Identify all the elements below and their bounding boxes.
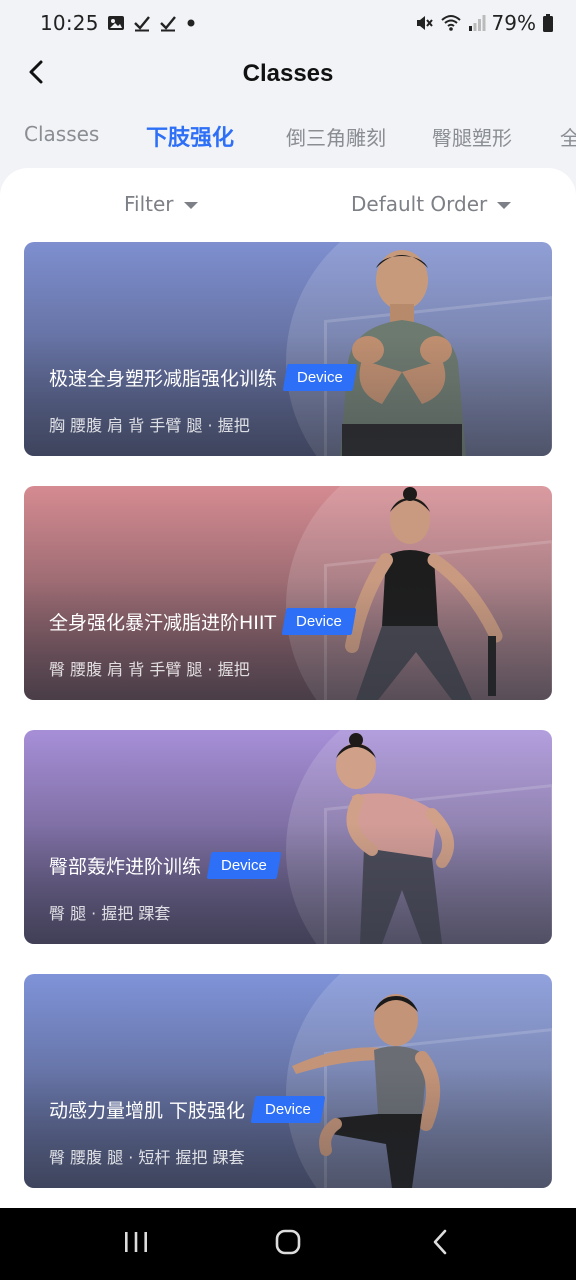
card-tags: 臀 腿 · 握把 踝套 xyxy=(49,904,171,923)
page-title: Classes xyxy=(242,60,334,87)
image-icon xyxy=(107,14,125,32)
recents-icon xyxy=(123,1230,149,1258)
home-icon xyxy=(274,1228,302,1260)
check-icon xyxy=(159,14,177,32)
card-shade xyxy=(24,336,552,456)
dot-icon xyxy=(185,17,197,29)
battery-icon xyxy=(542,13,554,33)
home-button[interactable] xyxy=(258,1214,318,1274)
class-card[interactable]: 臀部轰炸进阶训练 Device 臀 腿 · 握把 踝套 xyxy=(24,730,552,944)
filter-label: Filter xyxy=(124,192,174,216)
card-title-row: 动感力量增肌 下肢强化 Device xyxy=(49,1096,326,1123)
check-icon xyxy=(133,14,151,32)
device-badge-label: Device xyxy=(221,857,267,874)
card-shade xyxy=(24,824,552,944)
signal-icon xyxy=(468,14,486,32)
status-bar: 10:25 79% xyxy=(0,0,576,46)
status-right: 79% xyxy=(414,11,554,35)
card-title-row: 臀部轰炸进阶训练 Device xyxy=(49,852,282,879)
card-shade xyxy=(24,580,552,700)
device-badge-label: Device xyxy=(265,1101,311,1118)
device-badge-label: Device xyxy=(296,613,342,630)
wifi-icon xyxy=(440,13,462,33)
card-tags: 臀 腰腹 肩 背 手臂 腿 · 握把 xyxy=(49,660,250,679)
header: Classes xyxy=(0,46,576,102)
tab-inverted-triangle[interactable]: 倒三角雕刻 xyxy=(286,122,386,151)
tab-classes[interactable]: Classes xyxy=(24,122,99,146)
card-tags: 胸 腰腹 肩 背 手臂 腿 · 握把 xyxy=(49,416,250,435)
filter-dropdown[interactable]: Filter xyxy=(124,192,198,216)
battery-percent: 79% xyxy=(491,11,536,35)
class-card[interactable]: 全身强化暴汗减脂进阶HIIT Device 臀 腰腹 肩 背 手臂 腿 · 握把 xyxy=(24,486,552,700)
category-tabs: Classes 下肢强化 倒三角雕刻 臀腿塑形 全 xyxy=(0,114,576,160)
mute-icon xyxy=(414,13,434,33)
back-icon xyxy=(430,1228,450,1260)
back-button[interactable] xyxy=(20,58,52,90)
class-card[interactable]: 极速全身塑形减脂强化训练 Device 胸 腰腹 肩 背 手臂 腿 · 握把 xyxy=(24,242,552,456)
class-card[interactable]: 动感力量增肌 下肢强化 Device 臀 腰腹 腿 · 短杆 握把 踝套 xyxy=(24,974,552,1188)
order-dropdown[interactable]: Default Order xyxy=(351,192,512,216)
card-title-row: 全身强化暴汗减脂进阶HIIT Device xyxy=(49,608,357,635)
card-title: 动感力量增肌 下肢强化 xyxy=(49,1100,246,1122)
device-badge: Device xyxy=(206,852,282,879)
caret-down-icon xyxy=(497,201,512,209)
card-tags: 臀 腰腹 腿 · 短杆 握把 踝套 xyxy=(49,1148,245,1167)
status-time: 10:25 xyxy=(40,11,99,35)
chevron-left-icon xyxy=(26,59,46,89)
card-title: 极速全身塑形减脂强化训练 xyxy=(49,368,278,390)
card-shade xyxy=(24,1068,552,1188)
recents-button[interactable] xyxy=(106,1214,166,1274)
system-nav-bar xyxy=(0,1208,576,1280)
system-back-button[interactable] xyxy=(410,1214,470,1274)
device-badge: Device xyxy=(281,608,357,635)
tab-glute-leg[interactable]: 臀腿塑形 xyxy=(432,122,512,151)
caret-down-icon xyxy=(183,201,198,209)
status-left: 10:25 xyxy=(40,11,197,35)
card-title: 全身强化暴汗减脂进阶HIIT xyxy=(49,612,277,634)
order-label: Default Order xyxy=(351,192,488,216)
card-title: 臀部轰炸进阶训练 xyxy=(49,856,202,878)
tab-lower-body[interactable]: 下肢强化 xyxy=(146,120,234,152)
card-title-row: 极速全身塑形减脂强化训练 Device xyxy=(49,364,358,391)
filter-row: Filter Default Order xyxy=(0,168,576,242)
device-badge-label: Device xyxy=(297,369,343,386)
device-badge: Device xyxy=(282,364,358,391)
device-badge: Device xyxy=(250,1096,326,1123)
tab-full[interactable]: 全 xyxy=(560,122,576,151)
